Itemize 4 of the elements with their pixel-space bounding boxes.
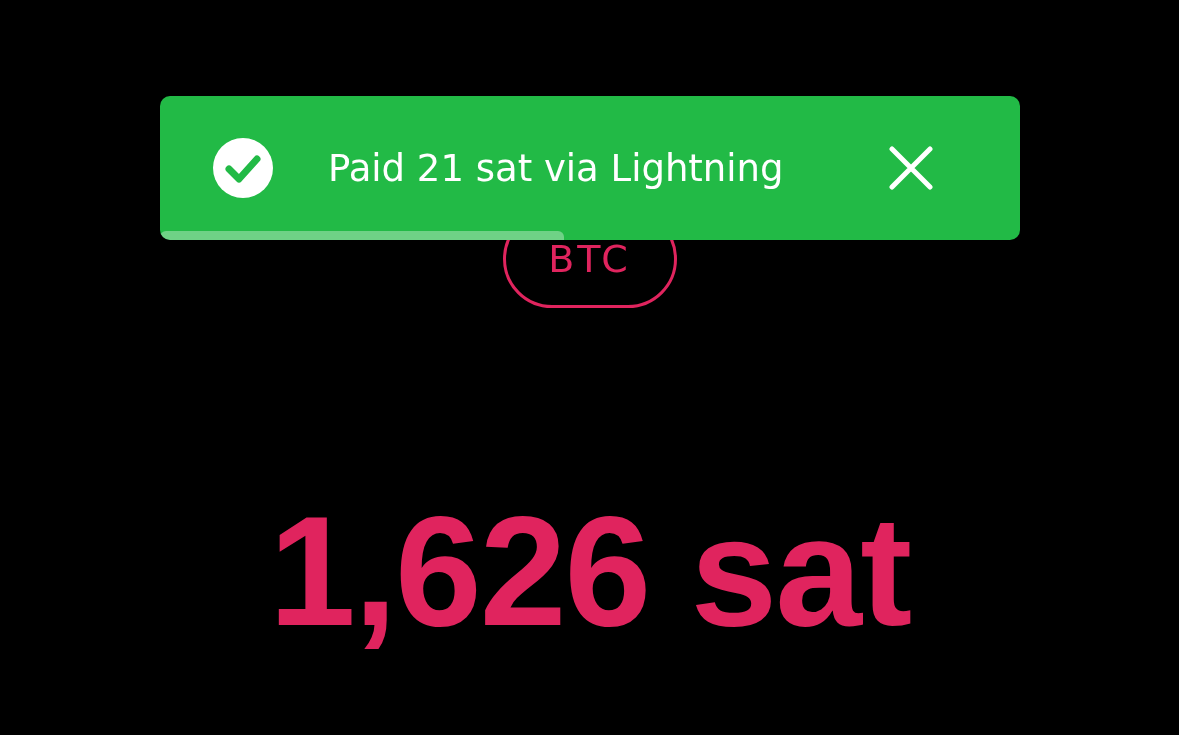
toast-message: Paid 21 sat via Lightning xyxy=(328,146,785,190)
close-button[interactable] xyxy=(888,145,934,191)
check-circle-icon xyxy=(212,137,274,199)
balance-amount: 1,626 sat xyxy=(268,493,911,649)
